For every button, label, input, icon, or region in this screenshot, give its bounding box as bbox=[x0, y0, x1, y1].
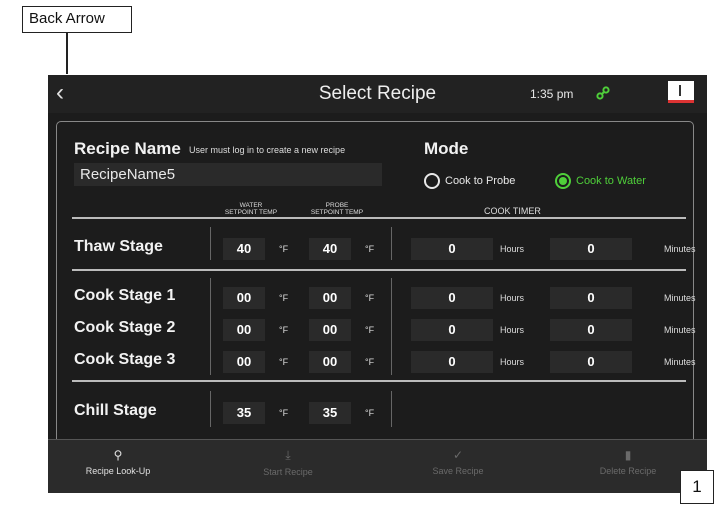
temp-unit: °F bbox=[279, 325, 289, 335]
hours-unit: Hours bbox=[500, 244, 525, 254]
temp-unit: °F bbox=[365, 293, 375, 303]
divider bbox=[72, 217, 686, 219]
water-temp-field[interactable]: 00 bbox=[223, 319, 265, 341]
delete-recipe-label: Delete Recipe bbox=[599, 466, 657, 476]
temp-unit: °F bbox=[279, 293, 289, 303]
probe-setpoint-header: PROBE SETPOINT TEMP bbox=[310, 202, 364, 216]
save-recipe-button[interactable]: ✓ Save Recipe bbox=[398, 448, 518, 476]
check-circle-icon: ✓ bbox=[452, 448, 464, 462]
temp-unit: °F bbox=[279, 357, 289, 367]
water-temp-field[interactable]: 35 bbox=[223, 402, 265, 424]
cook-timer-header: COOK TIMER bbox=[484, 206, 541, 216]
divider bbox=[72, 380, 686, 382]
column-divider bbox=[210, 227, 211, 260]
stage-name: Cook Stage 3 bbox=[74, 351, 176, 368]
clock-time: 1:35 pm bbox=[530, 87, 574, 101]
recipe-lookup-button[interactable]: ⚲ Recipe Look-Up bbox=[58, 448, 178, 476]
water-setpoint-header: WATER SETPOINT TEMP bbox=[224, 202, 278, 216]
column-divider bbox=[210, 278, 211, 375]
download-icon: ⤓ bbox=[285, 448, 291, 462]
minutes-field[interactable]: 0 bbox=[550, 287, 632, 309]
column-divider bbox=[210, 391, 211, 427]
mode-label: Mode bbox=[424, 139, 469, 158]
stage-name: Thaw Stage bbox=[74, 238, 163, 255]
water-temp-field[interactable]: 00 bbox=[223, 287, 265, 309]
probe-temp-field[interactable]: 00 bbox=[309, 351, 351, 373]
status-flag-icon[interactable] bbox=[668, 81, 694, 103]
hours-field[interactable]: 0 bbox=[411, 319, 493, 341]
device-screen: ‹ Select Recipe 1:35 pm Recipe Name User… bbox=[48, 75, 707, 493]
bottom-action-bar: ⚲ Recipe Look-Up ⤓ Start Recipe ✓ Save R… bbox=[48, 439, 707, 493]
stage-name: Cook Stage 2 bbox=[74, 319, 176, 336]
temp-unit: °F bbox=[365, 244, 375, 254]
column-divider bbox=[391, 391, 392, 427]
figure-number-badge: 1 bbox=[680, 470, 714, 504]
temp-unit: °F bbox=[365, 325, 375, 335]
delete-recipe-button[interactable]: ▮ Delete Recipe bbox=[568, 448, 688, 476]
water-temp-field[interactable]: 00 bbox=[223, 351, 265, 373]
hours-unit: Hours bbox=[500, 293, 525, 303]
link-icon bbox=[596, 86, 610, 100]
minutes-field[interactable]: 0 bbox=[550, 238, 632, 260]
temp-unit: °F bbox=[279, 408, 289, 418]
recipe-name-hint: User must log in to create a new recipe bbox=[189, 145, 346, 155]
cook-to-probe-label: Cook to Probe bbox=[445, 175, 516, 187]
temp-unit: °F bbox=[365, 357, 375, 367]
probe-temp-field[interactable]: 00 bbox=[309, 287, 351, 309]
column-divider bbox=[391, 278, 392, 375]
search-icon: ⚲ bbox=[113, 448, 123, 462]
water-temp-field[interactable]: 40 bbox=[223, 238, 265, 260]
temp-unit: °F bbox=[365, 408, 375, 418]
hours-unit: Hours bbox=[500, 357, 525, 367]
minutes-field[interactable]: 0 bbox=[550, 319, 632, 341]
cook-to-water-radio[interactable] bbox=[555, 173, 571, 189]
minutes-unit: Minutes bbox=[664, 293, 696, 303]
temp-unit: °F bbox=[279, 244, 289, 254]
column-divider bbox=[391, 227, 392, 260]
probe-temp-field[interactable]: 00 bbox=[309, 319, 351, 341]
minutes-unit: Minutes bbox=[664, 244, 696, 254]
hours-field[interactable]: 0 bbox=[411, 351, 493, 373]
hours-field[interactable]: 0 bbox=[411, 238, 493, 260]
minutes-unit: Minutes bbox=[664, 325, 696, 335]
callout-leader-line bbox=[66, 33, 68, 74]
minutes-unit: Minutes bbox=[664, 357, 696, 367]
stage-name: Cook Stage 1 bbox=[74, 287, 176, 304]
hours-unit: Hours bbox=[500, 325, 525, 335]
hours-field[interactable]: 0 bbox=[411, 287, 493, 309]
divider bbox=[72, 269, 686, 271]
cook-to-probe-radio[interactable] bbox=[424, 173, 440, 189]
recipe-lookup-label: Recipe Look-Up bbox=[85, 466, 151, 476]
trash-icon: ▮ bbox=[624, 448, 632, 462]
probe-temp-field[interactable]: 40 bbox=[309, 238, 351, 260]
minutes-field[interactable]: 0 bbox=[550, 351, 632, 373]
cook-to-water-label: Cook to Water bbox=[576, 175, 646, 187]
start-recipe-button[interactable]: ⤓ Start Recipe bbox=[228, 448, 348, 477]
recipe-name-label: Recipe Name bbox=[74, 139, 181, 158]
save-recipe-label: Save Recipe bbox=[432, 466, 484, 476]
top-bar: ‹ Select Recipe 1:35 pm bbox=[48, 75, 707, 113]
recipe-name-field[interactable]: RecipeName5 bbox=[74, 163, 382, 186]
stage-name: Chill Stage bbox=[74, 402, 157, 419]
probe-temp-field[interactable]: 35 bbox=[309, 402, 351, 424]
back-arrow-callout: Back Arrow bbox=[22, 6, 132, 33]
start-recipe-label: Start Recipe bbox=[263, 467, 313, 477]
